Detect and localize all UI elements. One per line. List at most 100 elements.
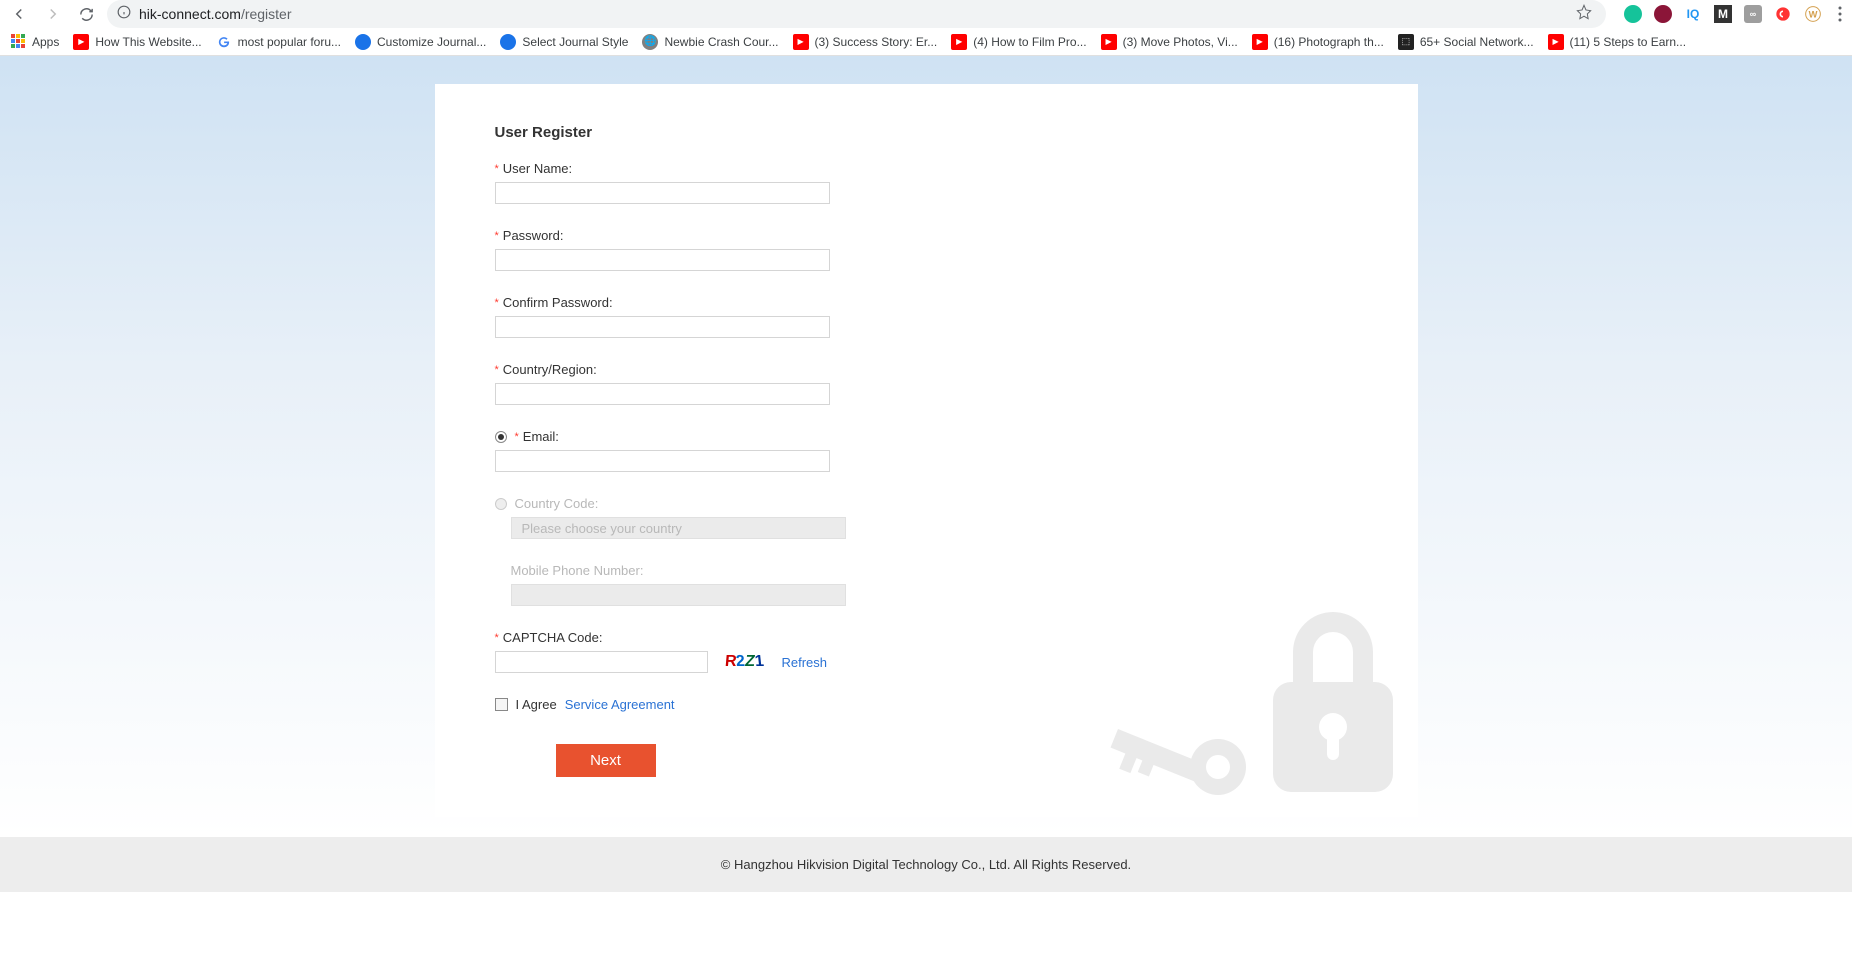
captcha-image: R 2 Z 1 [716, 652, 774, 672]
iq-icon[interactable]: IQ [1684, 5, 1702, 23]
username-input[interactable] [495, 182, 830, 204]
site-icon [500, 34, 516, 50]
mobile-input [511, 584, 846, 606]
email-radio[interactable] [495, 431, 507, 443]
required-star: * [495, 163, 499, 175]
captcha-char: 1 [754, 653, 765, 671]
country-code-field: Country Code: Please choose your country [495, 496, 1358, 539]
bookmark-label: (16) Photograph th... [1274, 35, 1384, 49]
next-button[interactable]: Next [556, 744, 656, 777]
menu-icon[interactable] [1838, 6, 1842, 22]
required-star: * [495, 364, 499, 376]
confirm-password-input[interactable] [495, 316, 830, 338]
page-background: User Register *User Name: *Password: *Co… [0, 56, 1852, 837]
youtube-icon: ▶ [1548, 34, 1564, 50]
svg-text:W: W [1809, 9, 1818, 19]
extension-icon-5[interactable]: ∞ [1744, 5, 1762, 23]
bookmark-label: (4) How to Film Pro... [973, 35, 1086, 49]
email-input[interactable] [495, 450, 830, 472]
extension-icon-2[interactable] [1654, 5, 1672, 23]
bookmark-star-icon[interactable] [1576, 4, 1592, 25]
country-label: Country/Region: [503, 362, 597, 377]
bookmark-label: How This Website... [95, 35, 201, 49]
service-agreement-link[interactable]: Service Agreement [565, 697, 675, 712]
url-text: hik-connect.com/register [139, 6, 292, 22]
bookmark-5[interactable]: 🌐 Newbie Crash Cour... [642, 34, 778, 50]
captcha-field: * CAPTCHA Code: R 2 Z 1 Refresh [495, 630, 1358, 673]
footer-copyright: © Hangzhou Hikvision Digital Technology … [721, 857, 1131, 872]
extension-icon-6[interactable] [1774, 5, 1792, 23]
email-label: Email: [523, 429, 559, 444]
bookmark-11[interactable]: ▶ (11) 5 Steps to Earn... [1548, 34, 1687, 50]
bookmarks-bar: Apps ▶ How This Website... most popular f… [0, 28, 1852, 56]
captcha-input[interactable] [495, 651, 708, 673]
required-star: * [495, 632, 499, 644]
site-info-icon[interactable] [117, 5, 131, 24]
agree-text: I Agree [516, 697, 557, 712]
bookmark-label: (3) Move Photos, Vi... [1123, 35, 1238, 49]
site-icon: ⬚ [1398, 34, 1414, 50]
bookmark-7[interactable]: ▶ (4) How to Film Pro... [951, 34, 1086, 50]
bookmark-8[interactable]: ▶ (3) Move Photos, Vi... [1101, 34, 1238, 50]
required-star: * [495, 230, 499, 242]
extension-icons: IQ M ∞ W [1624, 5, 1842, 23]
youtube-icon: ▶ [1252, 34, 1268, 50]
m-icon[interactable]: M [1714, 5, 1732, 23]
apps-label: Apps [32, 35, 59, 49]
reload-button[interactable] [78, 6, 95, 23]
grammarly-icon[interactable] [1624, 5, 1642, 23]
country-field: * Country/Region: [495, 362, 1358, 405]
bookmark-1[interactable]: ▶ How This Website... [73, 34, 201, 50]
register-form-card: User Register *User Name: *Password: *Co… [435, 84, 1418, 817]
country-input[interactable] [495, 383, 830, 405]
refresh-captcha-link[interactable]: Refresh [782, 655, 828, 670]
required-star: * [495, 297, 499, 309]
confirm-password-field: * Confirm Password: [495, 295, 1358, 338]
mobile-field: Mobile Phone Number: [495, 563, 1358, 606]
bookmark-4[interactable]: Select Journal Style [500, 34, 628, 50]
bookmark-3[interactable]: Customize Journal... [355, 34, 486, 50]
country-code-label: Country Code: [515, 496, 599, 511]
youtube-icon: ▶ [951, 34, 967, 50]
bookmark-10[interactable]: ⬚ 65+ Social Network... [1398, 34, 1534, 50]
wordpress-icon[interactable]: W [1804, 5, 1822, 23]
bookmark-label: 65+ Social Network... [1420, 35, 1534, 49]
globe-icon: 🌐 [642, 34, 658, 50]
username-field: * User Name: [495, 161, 1358, 204]
bookmark-label: Select Journal Style [522, 35, 628, 49]
bookmark-6[interactable]: ▶ (3) Success Story: Er... [793, 34, 938, 50]
site-icon [355, 34, 371, 50]
password-label: Password: [503, 228, 564, 243]
bookmark-9[interactable]: ▶ (16) Photograph th... [1252, 34, 1384, 50]
back-button[interactable] [10, 5, 28, 23]
bookmark-label: Newbie Crash Cour... [664, 35, 778, 49]
country-code-placeholder: Please choose your country [520, 521, 682, 536]
browser-toolbar: hik-connect.com/register IQ M ∞ W [0, 0, 1852, 28]
bookmark-label: (11) 5 Steps to Earn... [1570, 35, 1687, 49]
apps-bookmark[interactable]: Apps [10, 34, 59, 50]
youtube-icon: ▶ [793, 34, 809, 50]
phone-radio[interactable] [495, 498, 507, 510]
address-bar[interactable]: hik-connect.com/register [107, 0, 1606, 28]
forward-button[interactable] [44, 5, 62, 23]
required-star: * [515, 431, 519, 443]
agree-checkbox[interactable] [495, 698, 508, 711]
captcha-label: CAPTCHA Code: [503, 630, 603, 645]
agree-row: I Agree Service Agreement [495, 697, 1358, 712]
password-field: * Password: [495, 228, 1358, 271]
footer: © Hangzhou Hikvision Digital Technology … [0, 837, 1852, 892]
youtube-icon: ▶ [1101, 34, 1117, 50]
email-field: * Email: [495, 429, 1358, 472]
password-input[interactable] [495, 249, 830, 271]
bookmark-2[interactable]: most popular foru... [216, 34, 341, 50]
confirm-password-label: Confirm Password: [503, 295, 613, 310]
apps-grid-icon [10, 34, 26, 50]
google-icon [216, 34, 232, 50]
username-label: User Name: [503, 161, 572, 176]
bookmark-label: most popular foru... [238, 35, 341, 49]
bookmark-label: (3) Success Story: Er... [815, 35, 938, 49]
youtube-icon: ▶ [73, 34, 89, 50]
bookmark-label: Customize Journal... [377, 35, 486, 49]
mobile-label: Mobile Phone Number: [511, 563, 644, 578]
country-code-input: Please choose your country [511, 517, 846, 539]
